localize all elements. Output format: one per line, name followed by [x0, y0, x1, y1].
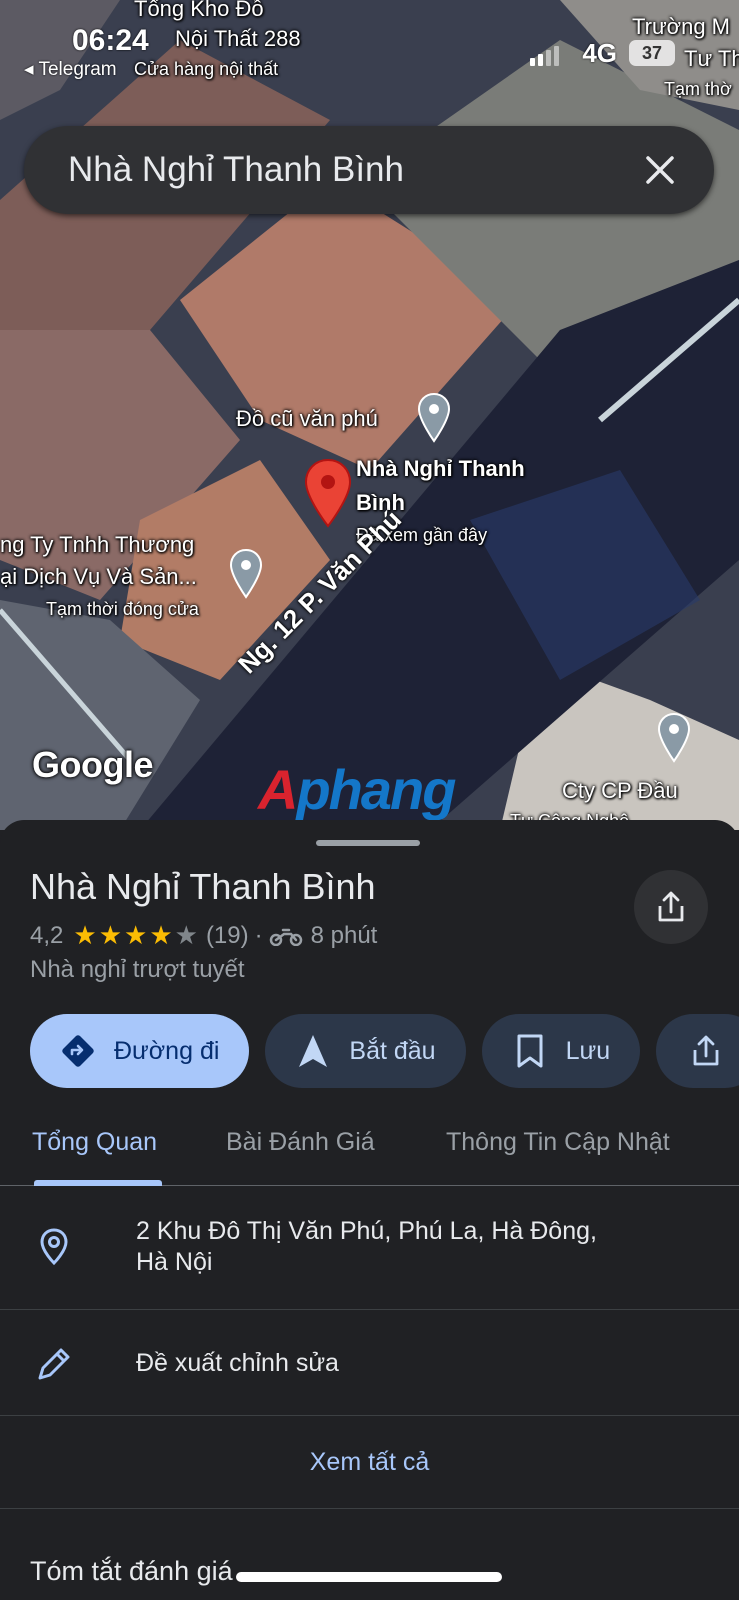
tab-reviews[interactable]: Bài Đánh Giá	[226, 1128, 375, 1157]
battery-icon: 37	[629, 40, 675, 66]
star-icon: ★	[73, 920, 97, 950]
address-row[interactable]: 2 Khu Đô Thị Văn Phú, Phú La, Hà Đông, H…	[0, 1186, 739, 1310]
place-title: Nhà Nghỉ Thanh Bình	[30, 866, 376, 907]
bookmark-icon	[510, 1031, 550, 1071]
address-line-2: Hà Nội	[136, 1248, 213, 1276]
clear-search-button[interactable]	[630, 140, 690, 200]
map-label-school-line1[interactable]: Trường M	[632, 14, 730, 40]
suggest-edit-label: Đề xuất chỉnh sửa	[136, 1349, 339, 1377]
back-to-app-link[interactable]: ◂ Telegram	[24, 58, 117, 81]
search-bar[interactable]: Nhà Nghỉ Thanh Bình	[24, 126, 714, 214]
tab-updates[interactable]: Thông Tin Cập Nhật	[446, 1128, 670, 1157]
share-icon	[686, 1031, 726, 1071]
map-label-school-sub: Tạm thờ	[664, 79, 732, 99]
map-label-used-goods[interactable]: Đồ cũ văn phú	[236, 406, 378, 432]
battery-level: 37	[641, 43, 663, 63]
tab-overview[interactable]: Tổng Quan	[32, 1128, 157, 1157]
map-label-store-line1[interactable]: Tổng Kho Đồ	[134, 0, 264, 22]
map-label-selected-line1[interactable]: Nhà Nghỉ Thanh	[356, 456, 525, 482]
google-attribution: Google	[32, 744, 154, 785]
rating-stars: ★★★★★	[71, 920, 198, 951]
grey-place-pin-icon[interactable]	[228, 548, 264, 600]
map-view[interactable]: 06:24 ◂ Telegram 4G 37 Tổng Kho Đồ Nội T…	[0, 0, 739, 830]
watermark-logo: Aphang	[258, 758, 456, 821]
start-navigation-button[interactable]: Bắt đầu	[265, 1014, 466, 1088]
place-details-sheet: Nhà Nghỉ Thanh Bình 4,2 ★★★★★ (19) · 8 p…	[0, 820, 739, 1600]
place-category: Nhà nghỉ trượt tuyết	[30, 956, 245, 983]
search-input[interactable]: Nhà Nghỉ Thanh Bình	[68, 150, 630, 190]
share-action-button[interactable]	[656, 1014, 739, 1088]
save-label: Lưu	[565, 1036, 611, 1065]
star-icon: ★	[124, 920, 148, 950]
edit-pencil-icon	[38, 1348, 70, 1380]
map-label-store-sub: Cửa hàng nội thất	[134, 59, 279, 79]
suggest-edit-row[interactable]: Đề xuất chỉnh sửa	[0, 1310, 739, 1416]
motorbike-icon	[269, 928, 302, 946]
home-indicator[interactable]	[236, 1572, 502, 1582]
close-icon	[646, 156, 674, 184]
see-all-link[interactable]: Xem tất cả	[0, 1448, 739, 1477]
location-pin-icon	[40, 1228, 68, 1266]
map-label-cty-line1[interactable]: Cty CP Đầu	[562, 778, 678, 804]
grey-place-pin-icon[interactable]	[656, 712, 692, 764]
navigation-arrow-icon	[293, 1031, 333, 1071]
map-label-company-line1[interactable]: ng Ty Tnhh Thương	[0, 532, 194, 558]
network-type: 4G	[582, 38, 617, 68]
directions-label: Đường đi	[114, 1036, 220, 1065]
start-label: Bắt đầu	[349, 1036, 436, 1065]
map-label-company-line2[interactable]: ại Dịch Vụ Và Sản...	[0, 564, 197, 590]
map-label-company-sub: Tạm thời đóng cửa	[46, 599, 199, 619]
back-app-label: Telegram	[38, 59, 117, 80]
save-button[interactable]: Lưu	[481, 1014, 641, 1088]
action-buttons: Đường đi Bắt đầu Lưu	[30, 1014, 739, 1088]
status-time: 06:24	[72, 24, 149, 57]
directions-icon	[58, 1031, 98, 1071]
map-label-store-line2[interactable]: Nội Thất 288	[175, 26, 301, 52]
grey-place-pin-icon[interactable]	[416, 392, 452, 444]
sheet-drag-handle[interactable]	[316, 840, 420, 846]
selected-place-pin-icon[interactable]	[302, 458, 354, 530]
address-line-1: 2 Khu Đô Thị Văn Phú, Phú La, Hà Đông,	[136, 1217, 597, 1245]
directions-button[interactable]: Đường đi	[30, 1014, 250, 1088]
map-label-school-line2[interactable]: Tư Th	[684, 46, 739, 72]
place-tabs: Tổng Quan Bài Đánh Giá Thông Tin Cập Nhậ…	[0, 1118, 739, 1186]
section-divider	[0, 1508, 739, 1509]
review-summary-heading: Tóm tắt đánh giá	[30, 1556, 233, 1586]
rating-row[interactable]: 4,2 ★★★★★ (19) · 8 phút	[30, 920, 377, 951]
share-button[interactable]	[634, 870, 708, 944]
signal-icon	[530, 46, 559, 66]
star-icon: ★	[98, 920, 122, 950]
rating-value: 4,2	[30, 921, 64, 949]
review-count: (19)	[205, 921, 249, 949]
star-icon: ★	[174, 920, 198, 950]
star-icon: ★	[149, 920, 173, 950]
separator-dot: ·	[254, 921, 263, 949]
share-icon	[658, 891, 684, 922]
travel-time: 8 phút	[310, 921, 378, 949]
